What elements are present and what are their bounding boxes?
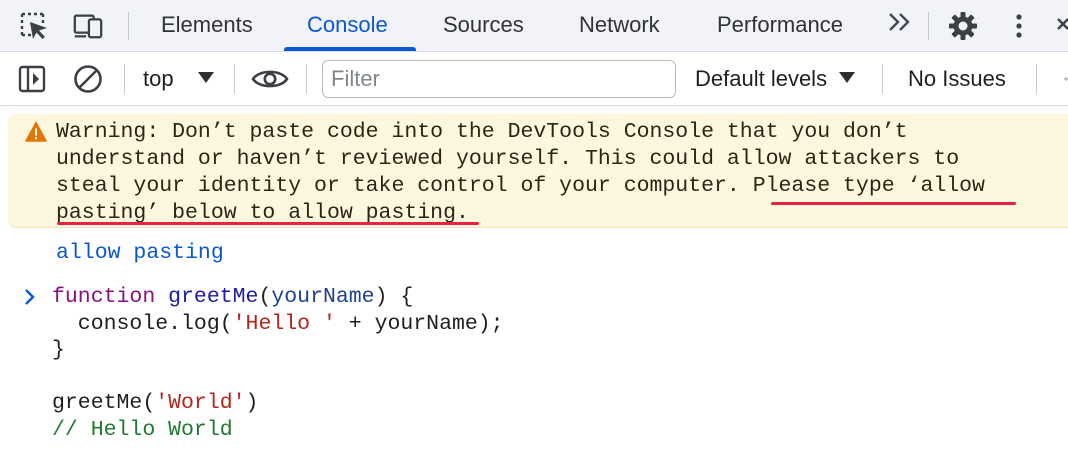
inspect-element-icon[interactable] bbox=[18, 10, 50, 42]
log-levels-label: Default levels bbox=[695, 66, 828, 91]
code-text: ) bbox=[245, 391, 259, 415]
kebab-menu-icon[interactable] bbox=[1003, 10, 1035, 42]
tab-network[interactable]: Network bbox=[579, 0, 660, 51]
warning-triangle-icon bbox=[25, 121, 47, 143]
toolbar-divider bbox=[1036, 64, 1037, 94]
issues-button[interactable]: No Issues bbox=[908, 64, 1006, 94]
console-settings-icon[interactable] bbox=[1050, 63, 1068, 95]
code-text: console.log( bbox=[52, 311, 233, 336]
code-function-name: greetMe bbox=[168, 285, 259, 309]
log-levels-dropdown[interactable]: Default levels bbox=[695, 64, 856, 94]
device-toolbar-icon[interactable] bbox=[72, 10, 104, 42]
active-tab-indicator bbox=[284, 47, 416, 51]
toolbar-divider bbox=[306, 64, 307, 94]
code-keyword: function bbox=[52, 285, 156, 309]
filter-input[interactable] bbox=[322, 60, 676, 98]
code-string: 'World' bbox=[155, 391, 246, 415]
code-line: function greetMe(yourName) { bbox=[52, 285, 414, 309]
code-text: + yourName); bbox=[335, 311, 504, 336]
console-input-code[interactable]: function greetMe(yourName) { console.log… bbox=[52, 284, 504, 443]
toolbar-divider bbox=[124, 64, 125, 94]
double-chevron-right-icon[interactable] bbox=[884, 10, 918, 42]
chevron-right-icon bbox=[22, 286, 40, 308]
clear-console-icon[interactable] bbox=[72, 63, 104, 95]
toolbar-divider bbox=[928, 12, 929, 40]
sidebar-toggle-icon[interactable] bbox=[16, 63, 48, 95]
code-string: 'Hello ' bbox=[232, 311, 336, 336]
toolbar-divider bbox=[234, 64, 235, 94]
tab-sources[interactable]: Sources bbox=[443, 0, 524, 51]
code-parameter: yourName bbox=[271, 285, 375, 309]
tab-performance[interactable]: Performance bbox=[717, 0, 843, 51]
highlight-underline bbox=[771, 202, 1016, 205]
close-icon[interactable] bbox=[1052, 10, 1068, 42]
toolbar-divider bbox=[882, 64, 883, 94]
context-selector[interactable]: top bbox=[143, 64, 214, 94]
console-toolbar: top Default levels No Issues bbox=[0, 52, 1068, 106]
gear-icon[interactable] bbox=[947, 10, 979, 42]
caret-down-icon bbox=[197, 72, 214, 83]
tab-elements[interactable]: Elements bbox=[161, 0, 253, 51]
paste-warning-message: Warning: Don’t paste code into the DevTo… bbox=[8, 114, 1068, 228]
warning-line: steal your identity or take control of y… bbox=[56, 174, 985, 198]
code-text: ) { bbox=[374, 285, 414, 309]
code-line: console.log('Hello ' + yourName); bbox=[52, 311, 504, 338]
highlight-underline bbox=[57, 222, 479, 225]
warning-line: understand or haven’t reviewed yourself.… bbox=[56, 147, 960, 171]
context-label: top bbox=[143, 66, 174, 91]
code-line: } bbox=[52, 338, 65, 362]
eye-icon[interactable] bbox=[251, 63, 289, 95]
code-line: greetMe('World') bbox=[52, 390, 504, 417]
warning-line: Warning: Don’t paste code into the DevTo… bbox=[56, 120, 908, 144]
devtools-tab-bar: Elements Console Sources Network Perform… bbox=[0, 0, 1068, 52]
code-comment: // Hello World bbox=[52, 417, 233, 442]
toolbar-divider bbox=[128, 12, 129, 40]
warning-text: Warning: Don’t paste code into the DevTo… bbox=[56, 119, 1056, 227]
code-text: greetMe( bbox=[52, 391, 156, 415]
caret-down-icon bbox=[839, 72, 856, 83]
code-line: ​ bbox=[52, 364, 504, 391]
tab-console[interactable]: Console bbox=[307, 0, 388, 51]
echoed-input: allow pasting bbox=[56, 241, 224, 265]
